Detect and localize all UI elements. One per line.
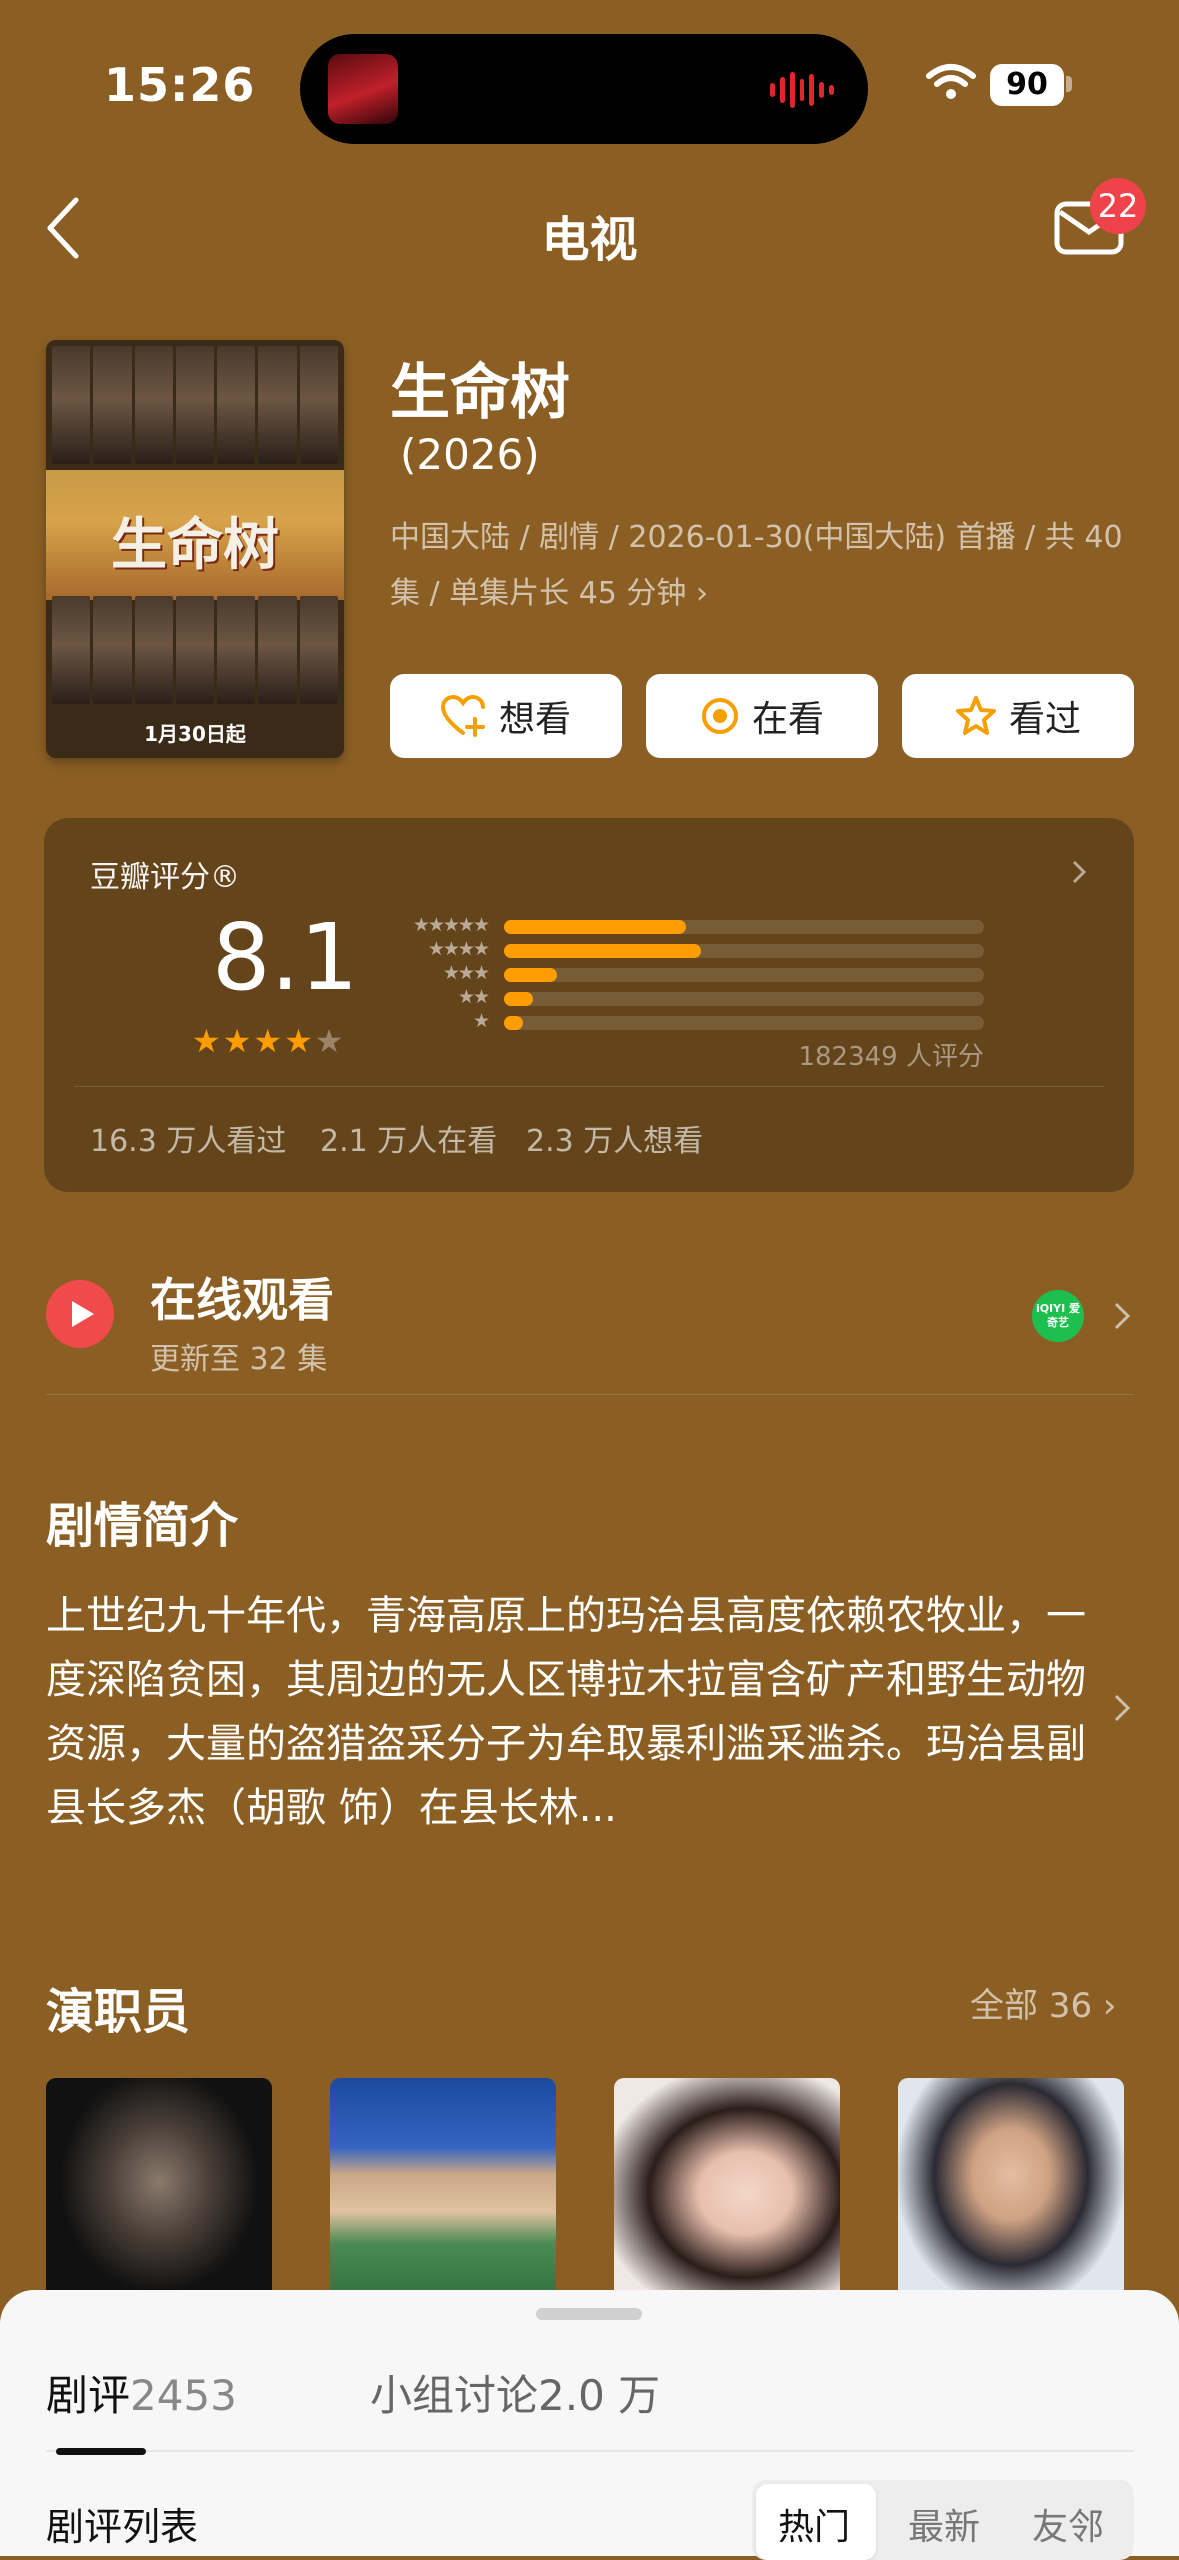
cast-all-label: 全部 36 bbox=[970, 1986, 1093, 2026]
play-icon bbox=[46, 1280, 114, 1348]
sheet-drag-handle[interactable] bbox=[536, 2308, 642, 2320]
mail-badge: 22 bbox=[1090, 178, 1146, 234]
watched-count[interactable]: 16.3 万人看过 bbox=[90, 1116, 286, 1160]
rating-bar-fill-3 bbox=[504, 968, 557, 982]
poster-title-art: 生命树 bbox=[111, 512, 279, 578]
reviews-bottom-sheet[interactable]: 剧评2453 小组讨论2.0 万 剧评列表 热门 最新 友邻 bbox=[0, 2290, 1179, 2560]
rating-bar-1 bbox=[504, 1016, 984, 1030]
one-star-row-icon: ★ bbox=[472, 1010, 490, 1032]
watching-count[interactable]: 2.1 万人在看 bbox=[320, 1116, 497, 1160]
three-star-row-icon: ★★★ bbox=[442, 962, 490, 984]
cast-photo-3[interactable] bbox=[614, 2078, 840, 2308]
battery-level: 90 bbox=[990, 64, 1064, 106]
want-to-watch-label: 想看 bbox=[498, 699, 571, 740]
tab-reviews-label: 剧评 bbox=[46, 2371, 131, 2420]
synopsis-text[interactable]: 上世纪九十年代，青海高原上的玛治县高度依赖农牧业，一度深陷贫困，其周边的无人区博… bbox=[46, 1584, 1086, 1840]
four-star-row-icon: ★★★★ bbox=[427, 938, 490, 960]
synopsis-heading: 剧情简介 bbox=[46, 1498, 239, 1554]
sort-friends[interactable]: 友邻 bbox=[1032, 2498, 1104, 2550]
sort-latest[interactable]: 最新 bbox=[908, 2498, 980, 2550]
want-to-watch-button[interactable]: 想看 bbox=[390, 674, 622, 758]
rating-bar-3 bbox=[504, 968, 984, 982]
dynamic-island[interactable] bbox=[300, 34, 868, 144]
online-watch-subtitle: 更新至 32 集 bbox=[150, 1342, 328, 1377]
poster-date: 1月30日起 bbox=[144, 722, 246, 746]
cast-photo-1[interactable] bbox=[46, 2078, 272, 2308]
tab-group-label: 小组讨论 bbox=[370, 2371, 539, 2420]
chevron-right-icon: › bbox=[686, 576, 708, 611]
cast-heading: 演职员 bbox=[46, 1984, 191, 2040]
status-time: 15:26 bbox=[104, 58, 256, 112]
watched-button[interactable]: 看过 bbox=[902, 674, 1134, 758]
rating-bar-fill-1 bbox=[504, 1016, 524, 1030]
show-title: 生命树 bbox=[390, 358, 570, 428]
rating-bar-4 bbox=[504, 944, 984, 958]
chevron-right-icon bbox=[1114, 1302, 1131, 1330]
rating-bar-fill-2 bbox=[504, 992, 533, 1006]
now-playing-thumbnail bbox=[328, 54, 398, 124]
watched-label: 看过 bbox=[1008, 699, 1081, 740]
audio-wave-icon bbox=[770, 70, 835, 110]
target-circle-icon bbox=[701, 698, 738, 734]
watching-button[interactable]: 在看 bbox=[646, 674, 878, 758]
iqiyi-icon: iQIYI 爱奇艺 bbox=[1032, 1290, 1084, 1342]
show-year: (2026) bbox=[400, 430, 540, 479]
online-watch-row[interactable]: 在线观看 更新至 32 集 iQIYI 爱奇艺 bbox=[0, 1250, 1179, 1384]
rating-bar-fill-4 bbox=[504, 944, 701, 958]
five-star-row-icon: ★★★★★ bbox=[412, 914, 490, 936]
show-poster[interactable]: 生命树 1月30日起 bbox=[46, 340, 344, 758]
rating-count: 182349 人评分 bbox=[798, 1042, 984, 1072]
card-divider bbox=[74, 1086, 1104, 1087]
battery-tip bbox=[1066, 76, 1072, 92]
tab-reviews[interactable]: 剧评2453 bbox=[46, 2362, 237, 2423]
sheet-divider bbox=[46, 2450, 1134, 2452]
wish-count[interactable]: 2.3 万人想看 bbox=[526, 1116, 703, 1160]
watching-label: 在看 bbox=[751, 699, 824, 740]
poster-cast-row-bottom bbox=[46, 590, 344, 710]
tab-group-count: 2.0 万 bbox=[538, 2371, 661, 2420]
show-meta-text: 中国大陆 / 剧情 / 2026-01-30(中国大陆) 首播 / 共 40 集… bbox=[390, 520, 1123, 611]
poster-cast-row-top bbox=[46, 340, 344, 470]
rating-bar-fill-5 bbox=[504, 920, 687, 934]
rating-score: 8.1 bbox=[212, 904, 359, 1011]
sort-segmented-control[interactable]: 热门 最新 友邻 bbox=[752, 2480, 1134, 2560]
sort-hot[interactable]: 热门 bbox=[778, 2498, 850, 2550]
chevron-right-icon: › bbox=[1092, 1986, 1117, 2026]
cast-photo-4[interactable] bbox=[898, 2078, 1124, 2308]
rating-label: 豆瓣评分® bbox=[90, 860, 240, 895]
cast-all-link[interactable]: 全部 36 › bbox=[970, 1978, 1116, 2027]
chevron-right-icon[interactable] bbox=[1112, 1692, 1132, 1724]
tab-reviews-count: 2453 bbox=[130, 2371, 237, 2420]
rating-bar-2 bbox=[504, 992, 984, 1006]
rating-stars: ★★★★★ bbox=[192, 1022, 346, 1060]
page-title: 电视 bbox=[541, 212, 638, 268]
online-watch-title: 在线观看 bbox=[150, 1273, 334, 1327]
rating-bar-5 bbox=[504, 920, 984, 934]
cast-photo-2[interactable] bbox=[330, 2078, 556, 2308]
tab-group-discussion[interactable]: 小组讨论2.0 万 bbox=[370, 2362, 660, 2423]
star-outline-icon bbox=[955, 696, 996, 735]
heart-plus-icon bbox=[440, 695, 485, 737]
section-divider bbox=[46, 1394, 1134, 1395]
chevron-right-icon bbox=[1072, 860, 1087, 884]
two-star-row-icon: ★★ bbox=[457, 986, 490, 1008]
wifi-icon bbox=[926, 64, 976, 99]
active-tab-indicator bbox=[56, 2448, 146, 2455]
review-list-title: 剧评列表 bbox=[46, 2505, 199, 2549]
show-meta[interactable]: 中国大陆 / 剧情 / 2026-01-30(中国大陆) 首播 / 共 40 集… bbox=[390, 510, 1130, 622]
rating-card[interactable]: 豆瓣评分® 8.1 ★★★★★ ★★★★★ ★★★★ ★★★ ★★ ★ 1823… bbox=[44, 818, 1134, 1192]
